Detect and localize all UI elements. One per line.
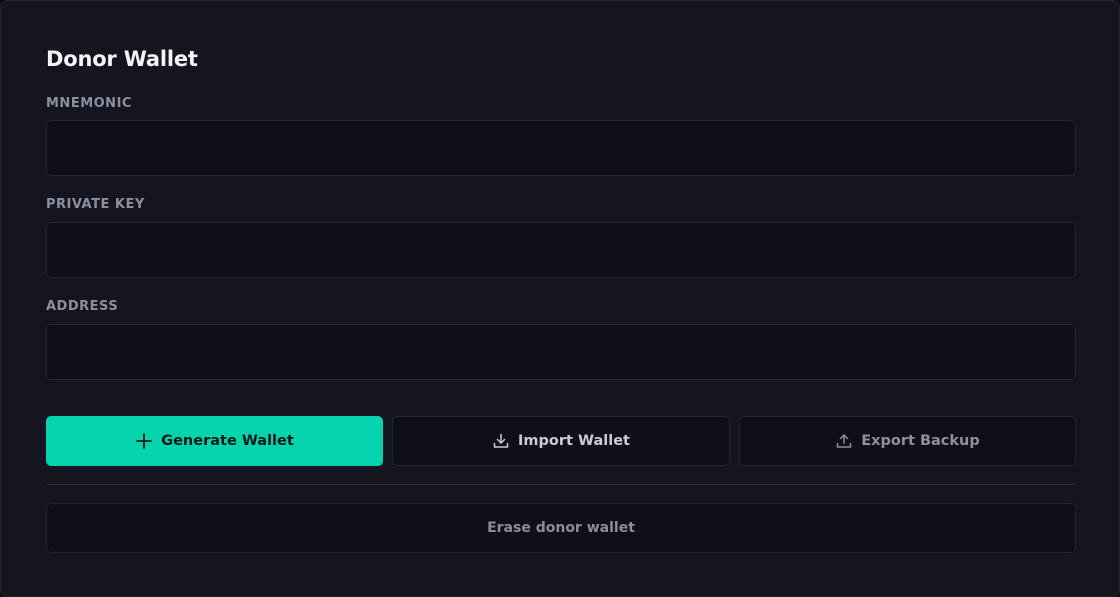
section-divider: [46, 484, 1076, 485]
erase-donor-wallet-label: Erase donor wallet: [487, 520, 635, 536]
download-icon: [492, 432, 510, 450]
private-key-label: PRIVATE KEY: [46, 197, 145, 212]
import-wallet-label: Import Wallet: [518, 433, 630, 449]
generate-wallet-label: Generate Wallet: [161, 433, 294, 449]
address-input[interactable]: [46, 324, 1076, 380]
export-backup-label: Export Backup: [861, 433, 980, 449]
address-label: ADDRESS: [46, 299, 119, 314]
plus-icon: [135, 432, 153, 450]
generate-wallet-button[interactable]: Generate Wallet: [46, 416, 383, 466]
mnemonic-label: MNEMONIC: [46, 96, 132, 111]
upload-icon: [835, 432, 853, 450]
panel-title: Donor Wallet: [46, 47, 198, 71]
donor-wallet-panel: Donor Wallet MNEMONIC PRIVATE KEY ADDRES…: [0, 0, 1120, 597]
mnemonic-input[interactable]: [46, 120, 1076, 176]
import-wallet-button[interactable]: Import Wallet: [392, 416, 730, 466]
export-backup-button[interactable]: Export Backup: [739, 416, 1076, 466]
erase-donor-wallet-button[interactable]: Erase donor wallet: [46, 503, 1076, 553]
private-key-input[interactable]: [46, 222, 1076, 278]
